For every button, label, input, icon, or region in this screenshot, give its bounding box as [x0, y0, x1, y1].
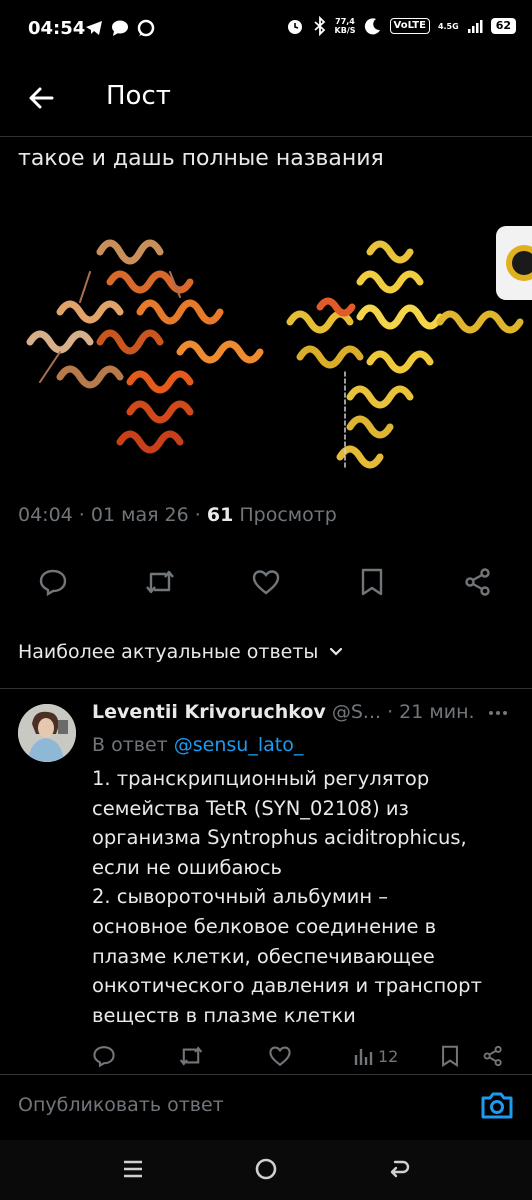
- header-divider: [0, 136, 532, 137]
- sort-label: Наиболее актуальные ответы: [18, 641, 319, 663]
- share-icon: [465, 568, 490, 596]
- reply-header: Leventii Krivoruchkov @S... · 21 мин.: [92, 701, 509, 723]
- floating-side-tab[interactable]: [496, 226, 532, 300]
- reply-views[interactable]: 12: [354, 1040, 398, 1072]
- protein-structure-right: [286, 240, 524, 469]
- like-icon: [269, 1046, 291, 1067]
- retweet-icon: [146, 570, 174, 594]
- status-time: 04:54: [28, 18, 86, 39]
- status-notification-icons: [84, 18, 156, 38]
- views-count: 61: [206, 504, 234, 526]
- replies-sort-dropdown[interactable]: Наиболее актуальные ответы: [18, 641, 344, 663]
- reply-author-name[interactable]: Leventii Krivoruchkov: [92, 701, 326, 723]
- home-circle-icon: [255, 1158, 277, 1180]
- battery-indicator: 62: [490, 18, 516, 34]
- telegram-icon: [86, 21, 102, 35]
- reply-input[interactable]: Опубликовать ответ: [18, 1094, 224, 1116]
- like-button[interactable]: [246, 560, 286, 604]
- post-meta: 04:04 · 01 мая 26 · 61 Просмотр: [18, 504, 337, 526]
- reply-author-handle[interactable]: @S...: [332, 701, 381, 723]
- back-arrow-icon[interactable]: [24, 80, 60, 116]
- moon-icon: [364, 18, 380, 35]
- reply-text: 1. транскрипционный регулятор семейства …: [92, 767, 482, 1027]
- avatar[interactable]: [18, 704, 76, 762]
- more-options-icon[interactable]: [487, 703, 509, 723]
- reply-time: · 21 мин.: [387, 701, 475, 723]
- reply-button[interactable]: [33, 560, 73, 604]
- menu-icon: [124, 1160, 142, 1178]
- reply-views-count: 12: [378, 1046, 399, 1066]
- like-icon: [252, 570, 280, 595]
- reply-icon: [93, 1046, 115, 1068]
- bookmark-icon: [442, 1045, 458, 1068]
- bookmark-icon: [361, 568, 383, 596]
- reply-to-line: В ответ @sensu_lato_: [92, 734, 304, 756]
- reply-icon: [39, 569, 67, 597]
- post-text: такое и дашь полные названия: [18, 146, 384, 171]
- circle-badge-icon: [506, 245, 532, 281]
- chat-bubble-icon: [137, 19, 155, 37]
- recents-button[interactable]: [118, 1154, 148, 1184]
- reply-actions: 12: [80, 1040, 532, 1074]
- share-icon: [483, 1045, 502, 1067]
- reply-to-link[interactable]: @sensu_lato_: [174, 734, 304, 756]
- post-image[interactable]: [0, 212, 532, 488]
- signal-icon: [467, 20, 483, 33]
- page-title: Пост: [106, 81, 171, 111]
- volte-badge: VoLTE: [389, 18, 430, 34]
- post-actions: [0, 560, 532, 608]
- net-speed: 77,4 KB/S: [334, 17, 356, 35]
- reply-retweet-button[interactable]: [178, 1040, 204, 1072]
- reply-reply-button[interactable]: [92, 1040, 116, 1072]
- reply-share-button[interactable]: [482, 1040, 504, 1072]
- camera-icon[interactable]: [478, 1086, 516, 1124]
- alarm-icon: [287, 20, 302, 34]
- chat-bubble-icon: [112, 20, 128, 36]
- section-divider: [0, 688, 532, 689]
- share-button[interactable]: [458, 560, 498, 604]
- protein-structure-left: [26, 239, 264, 454]
- retweet-button[interactable]: [140, 560, 180, 604]
- back-button[interactable]: [384, 1154, 414, 1184]
- bookmark-button[interactable]: [352, 560, 392, 604]
- avatar-image: [18, 704, 76, 762]
- system-back-icon: [390, 1160, 410, 1178]
- status-system-icons: 77,4 KB/S VoLTE 4.5G 62: [285, 16, 516, 36]
- home-button[interactable]: [251, 1154, 281, 1184]
- bluetooth-icon: [313, 16, 325, 36]
- top-app-bar: [0, 56, 532, 136]
- analytics-icon: [354, 1049, 373, 1065]
- network-type: 4.5G: [437, 21, 459, 31]
- chevron-down-icon: [330, 647, 343, 656]
- reply-like-button[interactable]: [268, 1040, 292, 1072]
- retweet-icon: [179, 1046, 203, 1066]
- reply-bookmark-button[interactable]: [440, 1040, 460, 1072]
